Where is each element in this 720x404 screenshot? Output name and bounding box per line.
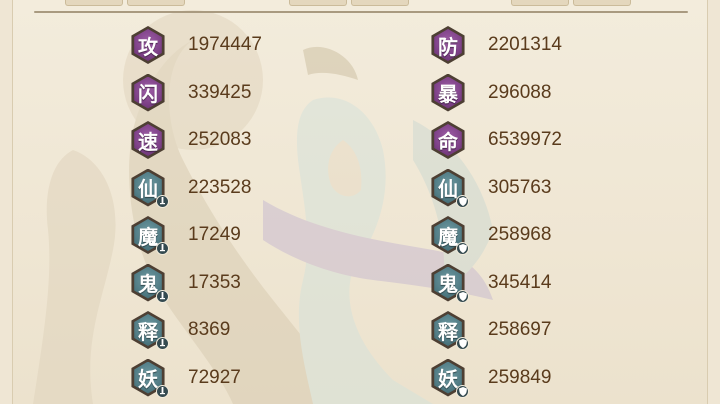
- shield-icon: [456, 194, 469, 208]
- stat-icon[interactable]: 妖: [430, 358, 469, 398]
- stat-icon[interactable]: 防: [430, 26, 466, 64]
- stat-value: 345414: [488, 271, 552, 293]
- shield-icon: [456, 337, 469, 350]
- stat-icon[interactable]: 鬼: [130, 263, 169, 303]
- tab-stub[interactable]: [127, 0, 185, 6]
- stat-value: 8369: [188, 319, 231, 340]
- stat-icon[interactable]: 暴: [430, 73, 466, 112]
- stat-row: 释 258697: [430, 310, 551, 350]
- sword-icon: [156, 337, 169, 350]
- stat-glyph: 暴: [438, 82, 458, 106]
- stat-row: 仙 223528: [130, 168, 251, 208]
- stat-icon[interactable]: 释: [130, 311, 169, 350]
- stat-icon[interactable]: 妖: [130, 358, 169, 398]
- stat-icon[interactable]: 释: [430, 311, 469, 350]
- stat-icon[interactable]: 速: [130, 121, 166, 159]
- sword-icon: [156, 242, 169, 255]
- stat-value: 252083: [188, 129, 252, 150]
- stat-row: 防 2201314: [430, 25, 562, 65]
- tab-stub[interactable]: [351, 0, 409, 6]
- stat-glyph: 速: [138, 129, 158, 154]
- stat-row: 仙 305763: [430, 168, 551, 208]
- stat-value: 296088: [488, 81, 552, 103]
- stat-row: 攻 1974447: [130, 25, 262, 65]
- stat-value: 339425: [188, 81, 252, 103]
- stat-glyph: 命: [438, 129, 458, 154]
- stat-glyph: 攻: [138, 34, 158, 59]
- stat-row: 鬼 345414: [430, 263, 551, 303]
- tab-stub[interactable]: [511, 0, 569, 6]
- character-stats-panel: 攻 1974447 闪 339425 速 252083 仙 223528 魔 17249 鬼 1735…: [12, 0, 708, 404]
- stat-value: 17353: [188, 271, 241, 293]
- stat-row: 暴 296088: [430, 73, 551, 113]
- tab-stub[interactable]: [65, 0, 123, 6]
- stat-icon[interactable]: 魔: [430, 216, 469, 255]
- stat-value: 223528: [188, 176, 252, 198]
- stat-value: 305763: [488, 176, 552, 198]
- stat-value: 17249: [188, 224, 241, 245]
- stat-value: 258697: [488, 319, 552, 340]
- shield-icon: [456, 242, 469, 255]
- shield-icon: [456, 384, 469, 398]
- tab-stub[interactable]: [573, 0, 631, 6]
- top-tab-strip: [13, 0, 707, 8]
- stat-icon[interactable]: 魔: [130, 216, 169, 255]
- stat-icon[interactable]: 鬼: [430, 263, 469, 303]
- stat-icon[interactable]: 仙: [430, 168, 469, 208]
- stat-glyph: 闪: [138, 82, 158, 106]
- stat-row: 魔 258968: [430, 215, 551, 255]
- stat-value: 6539972: [488, 129, 562, 150]
- shield-icon: [456, 289, 469, 303]
- stat-row: 鬼 17353: [130, 263, 241, 303]
- stat-value: 2201314: [488, 34, 562, 55]
- tab-stub[interactable]: [289, 0, 347, 6]
- stat-value: 259849: [488, 366, 552, 388]
- stat-row: 妖 259849: [430, 358, 551, 398]
- stat-row: 魔 17249: [130, 215, 241, 255]
- stat-value: 1974447: [188, 34, 262, 55]
- header-divider: [34, 11, 688, 13]
- character-portrait-background: [33, 10, 493, 404]
- stat-row: 妖 72927: [130, 358, 241, 398]
- stat-icon[interactable]: 命: [430, 121, 466, 159]
- stat-row: 命 6539972: [430, 120, 562, 160]
- stat-row: 闪 339425: [130, 73, 251, 113]
- stat-icon[interactable]: 攻: [130, 26, 166, 64]
- stat-row: 释 8369: [130, 310, 230, 350]
- stat-row: 速 252083: [130, 120, 251, 160]
- sword-icon: [156, 384, 169, 398]
- stat-icon[interactable]: 仙: [130, 168, 169, 208]
- stat-glyph: 防: [438, 34, 458, 59]
- stat-value: 258968: [488, 224, 552, 245]
- sword-icon: [156, 289, 169, 303]
- stat-value: 72927: [188, 366, 241, 388]
- stat-icon[interactable]: 闪: [130, 73, 166, 112]
- sword-icon: [156, 194, 169, 208]
